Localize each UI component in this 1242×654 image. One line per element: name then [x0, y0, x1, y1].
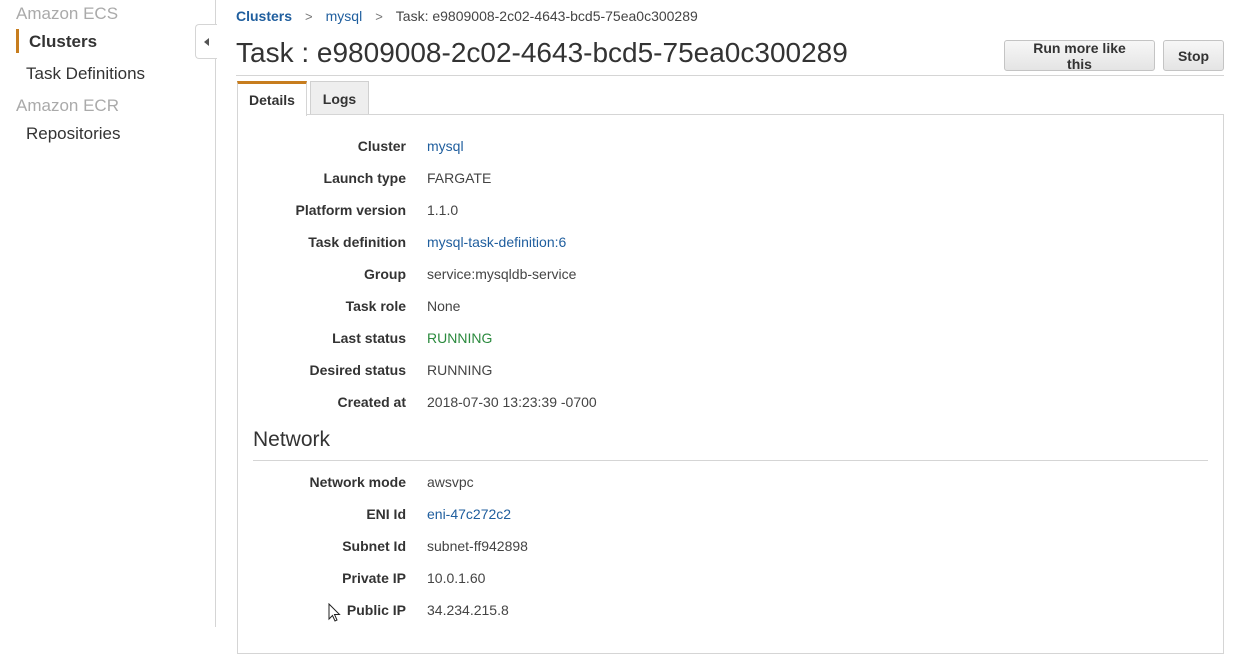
- sidebar-item-task-definitions[interactable]: Task Definitions: [26, 64, 145, 84]
- detail-value: 1.1.0: [427, 202, 459, 218]
- network-divider: [253, 460, 1208, 461]
- collapse-sidebar-button[interactable]: [195, 24, 217, 59]
- breadcrumb-clusters[interactable]: Clusters: [236, 8, 292, 24]
- detail-row-task-definition: Task definition mysql-task-definition:6: [238, 234, 1223, 254]
- network-section-title: Network: [253, 428, 331, 451]
- detail-row-last-status: Last status RUNNING: [238, 330, 1223, 350]
- detail-row-created-at: Created at 2018-07-30 13:23:39 -0700: [238, 394, 1223, 414]
- detail-label: Group: [364, 266, 406, 282]
- detail-row-platform-version: Platform version 1.1.0: [238, 202, 1223, 222]
- breadcrumb-cluster-mysql[interactable]: mysql: [326, 8, 363, 24]
- title-divider: [236, 75, 1224, 76]
- tab-logs[interactable]: Logs: [310, 81, 369, 115]
- detail-row-task-role: Task role None: [238, 298, 1223, 318]
- network-value: 10.0.1.60: [427, 570, 486, 586]
- network-row-private-ip: Private IP 10.0.1.60: [238, 570, 1223, 590]
- network-label: ENI Id: [366, 506, 406, 522]
- network-value: awsvpc: [427, 474, 474, 490]
- detail-value: 2018-07-30 13:23:39 -0700: [427, 394, 597, 410]
- detail-label: Launch type: [323, 170, 406, 186]
- cluster-link[interactable]: mysql: [427, 138, 464, 154]
- sidebar-item-clusters[interactable]: Clusters: [29, 32, 97, 52]
- network-row-public-ip: Public IP 34.234.215.8: [238, 602, 1223, 622]
- detail-label: Last status: [332, 330, 406, 346]
- breadcrumb: Clusters > mysql > Task: e9809008-2c02-4…: [236, 8, 698, 24]
- nav-section-ecr: Amazon ECR: [16, 96, 119, 115]
- eni-link[interactable]: eni-47c272c2: [427, 506, 511, 522]
- breadcrumb-current: Task: e9809008-2c02-4643-bcd5-75ea0c3002…: [395, 8, 698, 24]
- network-label: Network mode: [309, 474, 406, 490]
- detail-label: Cluster: [357, 138, 406, 154]
- network-row-mode: Network mode awsvpc: [238, 474, 1223, 494]
- network-label: Private IP: [342, 570, 406, 586]
- detail-value: service:mysqldb-service: [427, 266, 577, 282]
- detail-value: RUNNING: [427, 362, 493, 378]
- detail-row-group: Group service:mysqldb-service: [238, 266, 1223, 286]
- detail-label: Desired status: [309, 362, 406, 378]
- network-row-eni: ENI Id eni-47c272c2: [238, 506, 1223, 526]
- nav-section-ecs: Amazon ECS: [16, 4, 119, 23]
- stop-button[interactable]: Stop: [1163, 40, 1224, 71]
- chevron-right-icon: >: [375, 8, 383, 24]
- caret-left-icon: [204, 37, 209, 46]
- detail-row-cluster: Cluster mysql: [238, 138, 1223, 158]
- detail-label: Task role: [345, 298, 406, 314]
- chevron-right-icon: >: [305, 8, 313, 24]
- network-value: subnet-ff942898: [427, 538, 528, 554]
- detail-label: Task definition: [308, 234, 406, 250]
- sidebar-item-repositories[interactable]: Repositories: [26, 124, 121, 144]
- tab-details[interactable]: Details: [237, 81, 307, 116]
- detail-label: Created at: [337, 394, 406, 410]
- page-title: Task : e9809008-2c02-4643-bcd5-75ea0c300…: [236, 37, 848, 68]
- detail-row-desired-status: Desired status RUNNING: [238, 362, 1223, 382]
- active-indicator: [16, 29, 19, 53]
- sidebar: Amazon ECS Clusters Task Definitions Ama…: [0, 0, 216, 627]
- task-definition-link[interactable]: mysql-task-definition:6: [427, 234, 566, 250]
- network-value: 34.234.215.8: [427, 602, 509, 618]
- details-panel: Cluster mysql Launch type FARGATE Platfo…: [237, 114, 1224, 654]
- detail-label: Platform version: [295, 202, 406, 218]
- detail-row-launch-type: Launch type FARGATE: [238, 170, 1223, 190]
- last-status-badge: RUNNING: [427, 330, 493, 346]
- detail-value: None: [427, 298, 461, 314]
- run-more-like-this-button[interactable]: Run more like this: [1004, 40, 1155, 72]
- network-label: Public IP: [346, 602, 406, 618]
- detail-value: FARGATE: [427, 170, 492, 186]
- network-row-subnet: Subnet Id subnet-ff942898: [238, 538, 1223, 558]
- network-label: Subnet Id: [342, 538, 406, 554]
